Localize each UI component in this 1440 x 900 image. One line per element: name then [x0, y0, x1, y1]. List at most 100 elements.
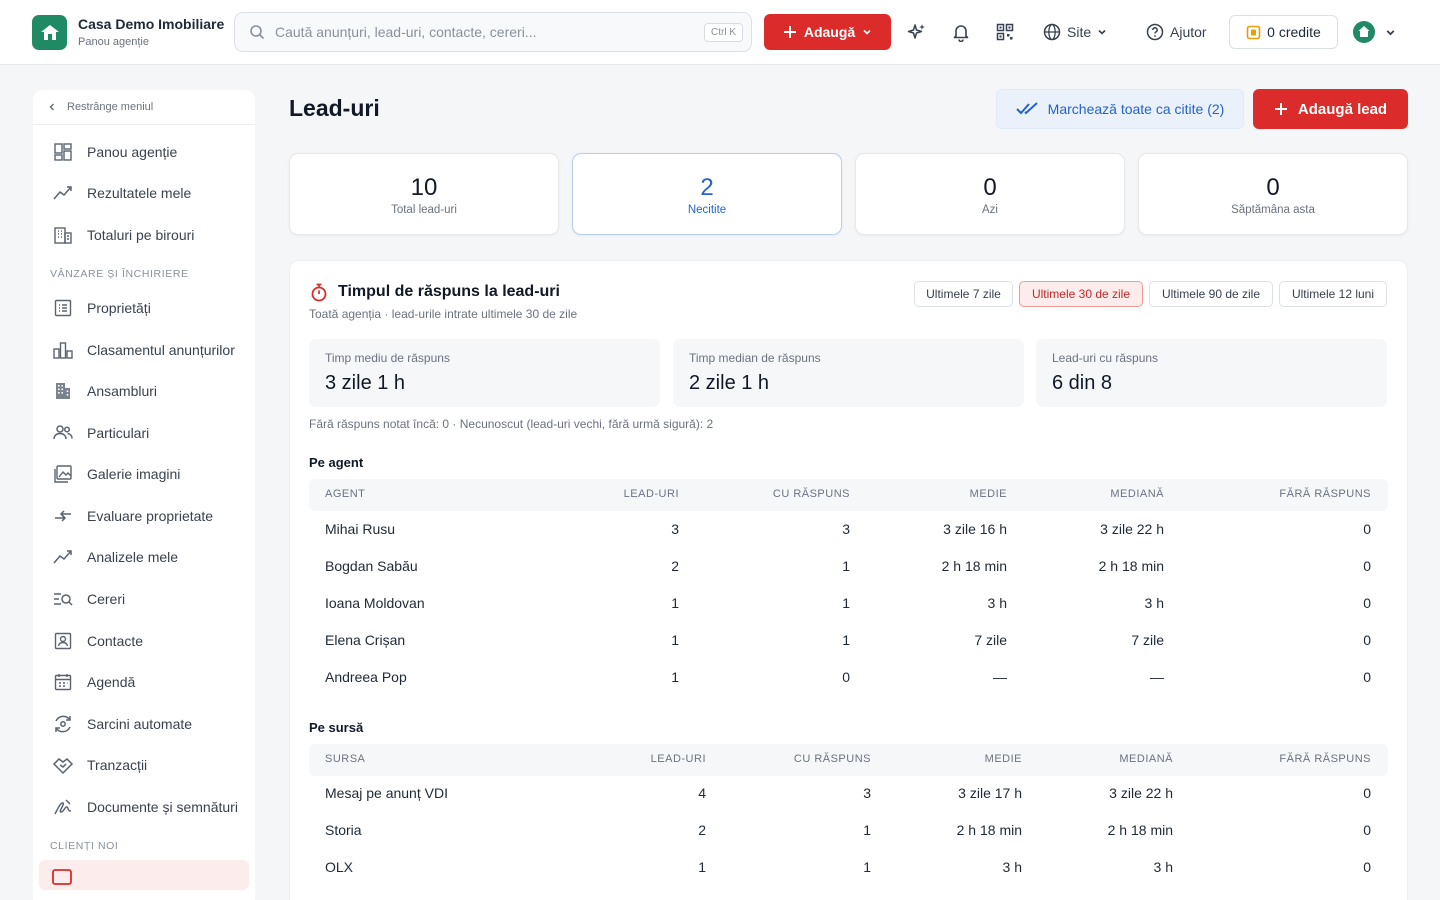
stat-card-this-week[interactable]: 0 Săptămâna asta [1138, 153, 1408, 235]
table-cell: 1 [863, 859, 871, 875]
sidebar-item-office-totals[interactable]: Totaluri pe birouri [33, 217, 255, 253]
table-cell: 2 h 18 min [956, 822, 1022, 838]
response-note: Fără răspuns notat încă: 0 · Necunoscut … [309, 417, 714, 431]
sidebar-item-requests[interactable]: Cereri [33, 581, 255, 617]
sidebar-item-automated-tasks[interactable]: Sarcini automate [33, 706, 255, 742]
sidebar-item-transactions[interactable]: Tranzacții [33, 747, 255, 783]
row-name-cell: Andreea Pop [325, 669, 407, 685]
table-cell: 1 [842, 632, 850, 648]
sidebar-item-listing-ranking[interactable]: Clasamentul anunțurilor [33, 332, 255, 368]
office-icon [52, 224, 74, 246]
sidebar-item-label: Clasamentul anunțurilor [87, 342, 235, 358]
table-row[interactable]: Storia 2 1 2 h 18 min 2 h 18 min 0 [309, 812, 1388, 849]
table-row[interactable]: Ioana Moldovan 1 1 3 h 3 h 0 [309, 585, 1388, 622]
chevron-left-icon [49, 103, 55, 111]
sidebar-item-property-valuation[interactable]: Evaluare proprietate [33, 498, 255, 534]
qr-code-icon[interactable] [993, 20, 1017, 44]
sidebar-item-private-sellers[interactable]: Particulari [33, 415, 255, 451]
plus-icon [783, 26, 796, 38]
table-row[interactable]: Mesaj pe anunț VDI 4 3 3 zile 17 h 3 zile 22… [309, 775, 1388, 812]
stat-card-total[interactable]: 10 Total lead-uri [289, 153, 559, 235]
metric-value: 3 zile 1 h [325, 372, 406, 394]
collapse-label: Restrânge meniul [67, 101, 154, 113]
table-row[interactable]: Elena Crișan 1 1 7 zile 7 zile 0 [309, 622, 1388, 659]
response-time-title: Timpul de răspuns la lead-uri [338, 283, 560, 300]
metric-average: Timp mediu de răspuns 3 zile 1 h [309, 339, 660, 407]
table-cell: 1 [671, 595, 679, 611]
table-cell: 1 [863, 822, 871, 838]
range-7-days[interactable]: Ultimele 7 zile [914, 281, 1013, 307]
bar-chart-icon [52, 339, 74, 361]
col-leads: LEAD-URI [650, 753, 706, 765]
sidebar-section-new-clients: CLIENȚI NOI [50, 840, 119, 852]
table-cell: 0 [1363, 785, 1371, 801]
table-cell: 3 h [1153, 859, 1173, 875]
table-cell: 3 zile 22 h [1109, 785, 1173, 801]
image-icon [52, 463, 74, 485]
help-label: Ajutor [1170, 24, 1207, 40]
avatar[interactable] [1353, 21, 1375, 43]
search-input[interactable] [275, 13, 695, 51]
table-cell: 0 [1363, 669, 1371, 685]
row-name-cell: Mesaj pe anunț VDI [325, 785, 448, 801]
table-row[interactable]: Bogdan Sabău 2 1 2 h 18 min 2 h 18 min 0 [309, 548, 1388, 585]
coin-icon [1246, 25, 1261, 39]
handshake-icon [52, 754, 74, 776]
table-row[interactable]: OLX 1 1 3 h 3 h 0 [309, 849, 1388, 886]
row-name-cell: Bogdan Sabău [325, 558, 418, 574]
help-link[interactable]: Ajutor [1146, 21, 1207, 43]
sidebar-item-properties[interactable]: Proprietăți [33, 290, 255, 326]
range-12-months[interactable]: Ultimele 12 luni [1279, 281, 1387, 307]
building-icon [52, 380, 74, 402]
add-lead-label: Adaugă lead [1297, 100, 1388, 118]
sidebar-item-complexes[interactable]: Ansambluri [33, 373, 255, 409]
table-cell: 7 zile [1131, 632, 1164, 648]
sidebar-item-documents[interactable]: Documente și semnături [33, 789, 255, 825]
sidebar-item-leads-active[interactable] [39, 860, 249, 890]
credits-button[interactable]: 0 credite [1229, 15, 1338, 49]
sidebar-item-agenda[interactable]: Agendă [33, 664, 255, 700]
range-30-days[interactable]: Ultimele 30 de zile [1019, 281, 1143, 307]
table-row[interactable]: Andreea Pop 1 0 — — 0 [309, 659, 1388, 696]
stat-label: Necitite [687, 204, 727, 216]
col-agent: AGENT [325, 488, 366, 500]
credits-label: 0 credite [1267, 24, 1321, 40]
sidebar-item-dashboard[interactable]: Panou agenție [33, 134, 255, 170]
add-dropdown-button[interactable]: Adaugă [764, 14, 891, 50]
add-lead-button[interactable]: Adaugă lead [1253, 89, 1408, 129]
table-cell: 3 [863, 785, 871, 801]
table-cell: — [1150, 669, 1164, 685]
plus-icon [1274, 103, 1287, 115]
sidebar-item-results[interactable]: Rezultatele mele [33, 175, 255, 211]
by-source-title: Pe sursă [309, 720, 364, 735]
collapse-menu-button[interactable]: Restrânge meniul [33, 90, 255, 125]
sidebar-item-image-gallery[interactable]: Galerie imagini [33, 456, 255, 492]
metric-label: Timp median de răspuns [689, 351, 821, 365]
bell-icon[interactable] [949, 20, 973, 44]
sidebar-item-my-analyses[interactable]: Analizele mele [33, 539, 255, 575]
mark-all-read-button[interactable]: Marchează toate ca citite (2) [996, 89, 1244, 129]
site-menu[interactable]: Site [1043, 21, 1107, 43]
search-list-icon [52, 588, 74, 610]
metric-median: Timp median de răspuns 2 zile 1 h [673, 339, 1024, 407]
chevron-down-icon[interactable] [1385, 27, 1396, 38]
contact-icon [52, 630, 74, 652]
timer-icon [311, 283, 327, 302]
sidebar: Restrânge meniul Panou agenție Rezultate… [33, 90, 255, 900]
sidebar-item-label: Sarcini automate [87, 716, 193, 732]
col-median: MEDIANĂ [1119, 753, 1173, 765]
agency-logo[interactable] [32, 15, 67, 50]
table-row[interactable]: Mihai Rusu 3 3 3 zile 16 h 3 zile 22 h 0 [309, 511, 1388, 548]
users-icon [52, 422, 74, 444]
sidebar-item-contacts[interactable]: Contacte [33, 623, 255, 659]
sidebar-item-label: Galerie imagini [87, 466, 181, 482]
col-source: SURSA [325, 753, 366, 765]
sidebar-item-label: Contacte [87, 633, 144, 649]
stat-card-today[interactable]: 0 Azi [855, 153, 1125, 235]
range-90-days[interactable]: Ultimele 90 de zile [1149, 281, 1273, 307]
stat-card-unread[interactable]: 2 Necitite [572, 153, 842, 235]
chevron-down-icon [863, 29, 871, 35]
table-cell: 2 h 18 min [1098, 558, 1164, 574]
table-cell: 2 h 18 min [941, 558, 1007, 574]
ai-sparkle-icon[interactable] [905, 20, 929, 44]
